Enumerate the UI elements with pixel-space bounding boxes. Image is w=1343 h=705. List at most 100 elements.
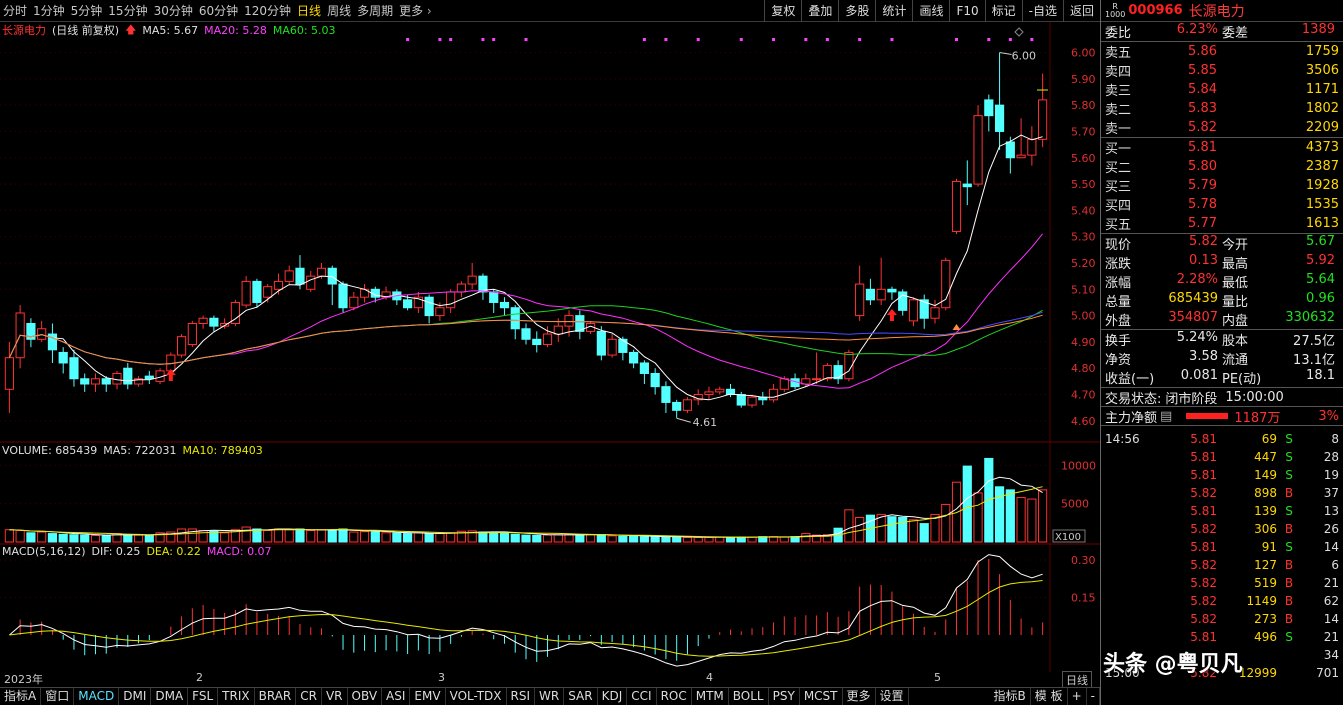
- volume-bar: [1027, 498, 1037, 543]
- volume-bar: [435, 533, 445, 543]
- stat-row: 净资 3.58 流通 13.1亿: [1105, 349, 1335, 368]
- candle: [510, 305, 520, 340]
- indicator-tab[interactable]: PSY: [769, 688, 800, 705]
- volume-bar: [446, 532, 456, 543]
- tab-timeframe[interactable]: 30分钟: [151, 2, 196, 19]
- indicator-tab[interactable]: 窗口: [41, 688, 75, 705]
- tab-timeframe[interactable]: 120分钟: [241, 2, 294, 19]
- volume-bar: [1005, 489, 1015, 543]
- candle: [607, 334, 617, 358]
- tool-button[interactable]: -自选: [1021, 0, 1063, 22]
- volume-bar: [994, 486, 1005, 543]
- tool-button[interactable]: 标记: [984, 0, 1022, 22]
- indicator-tab[interactable]: MACD: [74, 688, 120, 705]
- indicator-tab[interactable]: FSL: [188, 688, 219, 705]
- indicator-tab[interactable]: 更多: [843, 688, 876, 705]
- indicator-tab[interactable]: BOLL: [729, 688, 769, 705]
- tool-button[interactable]: F10: [949, 0, 984, 22]
- indicator-tab[interactable]: -: [1087, 688, 1100, 705]
- volume-bar: [984, 457, 994, 543]
- indicator-tab[interactable]: VR: [322, 688, 348, 705]
- candle: [392, 289, 402, 306]
- more-periods-menu[interactable]: 更多 ›: [396, 2, 435, 19]
- price-tick: 5.50: [1071, 178, 1096, 191]
- volume-bar: [4, 529, 14, 543]
- tab-timeframe[interactable]: 1分钟: [30, 2, 68, 19]
- candle: [241, 276, 251, 308]
- indicator-tab[interactable]: OBV: [348, 688, 383, 705]
- indicator-tab[interactable]: CCI: [627, 688, 657, 705]
- volume-tick: 5000: [1061, 498, 1089, 511]
- indicator-tab[interactable]: SAR: [564, 688, 598, 705]
- indicator-tab[interactable]: MTM: [692, 688, 729, 705]
- tool-button[interactable]: 叠加: [801, 0, 838, 22]
- indicator-tab[interactable]: MCST: [800, 688, 843, 705]
- volume-bar: [413, 532, 423, 543]
- indicator-tab[interactable]: +: [1068, 688, 1087, 705]
- volume-bar: [424, 533, 434, 543]
- price-tick: 5.70: [1071, 125, 1096, 138]
- candle: [919, 294, 929, 329]
- macd-value: MACD: 0.07: [206, 545, 272, 558]
- tab-timeframe[interactable]: 多周期: [354, 2, 396, 19]
- tool-button[interactable]: 多股: [838, 0, 875, 22]
- kline-chart[interactable]: 6.00 5.90 5.80 5.70 5.60 5.50 5.40 5.30 5.20 5.10…: [0, 22, 1100, 672]
- volume-bar: [661, 536, 671, 543]
- candle: [446, 289, 456, 313]
- signal-dot: [696, 38, 700, 41]
- tool-button[interactable]: 画线: [912, 0, 949, 22]
- candle: [80, 373, 90, 392]
- macd-legend: MACD(5,16,12) DIF: 0.25 DEA: 0.22 MACD: …: [2, 545, 272, 558]
- macd-dif: DIF: 0.25: [91, 545, 141, 558]
- indicator-tab[interactable]: ROC: [657, 688, 692, 705]
- tab-timeframe[interactable]: 5分钟: [68, 2, 106, 19]
- indicator-tab[interactable]: CR: [296, 688, 322, 705]
- tab-timeframe[interactable]: 15分钟: [105, 2, 150, 19]
- volume-bar: [15, 530, 25, 543]
- signal-dot: [438, 38, 442, 41]
- tab-timeframe[interactable]: 分时: [0, 2, 30, 19]
- volume-bar: [962, 465, 972, 543]
- candle: [951, 178, 962, 235]
- indicator-tab[interactable]: 设置: [876, 688, 909, 705]
- tool-button[interactable]: 返回: [1062, 0, 1100, 22]
- signal-dot: [481, 38, 485, 41]
- tab-timeframe[interactable]: 日线: [294, 2, 324, 19]
- indicator-tab[interactable]: TRIX: [218, 688, 255, 705]
- candle: [123, 362, 133, 390]
- candle: [1038, 73, 1048, 148]
- signal-dot: [890, 38, 894, 41]
- tab-timeframe[interactable]: 周线: [324, 2, 354, 19]
- price-tick: 4.70: [1071, 389, 1096, 402]
- volume-bar: [1038, 489, 1048, 543]
- tab-timeframe[interactable]: 60分钟: [196, 2, 241, 19]
- candle: [1016, 118, 1026, 159]
- signal-dot: [492, 38, 496, 41]
- tick-row: 5.81 149 S 19: [1190, 468, 1339, 482]
- volume-bar: [489, 531, 499, 543]
- indicator-tab[interactable]: RSI: [507, 688, 536, 705]
- indicator-tab[interactable]: DMA: [151, 688, 189, 705]
- candle: [327, 265, 337, 306]
- indicator-tab[interactable]: BRAR: [255, 688, 297, 705]
- indicator-tab[interactable]: 指标A: [0, 688, 42, 705]
- tick-row: 5.82 127 B 6: [1190, 558, 1339, 572]
- tick-list[interactable]: 14:56 5.81 69 S 8 5.81 447 S 28 5.81 149 S 19 5.82 898…: [1101, 425, 1343, 682]
- volume-bar: [510, 533, 520, 543]
- tool-button[interactable]: 统计: [875, 0, 912, 22]
- indicator-tab[interactable]: VOL-TDX: [446, 688, 507, 705]
- diamond-icon[interactable]: [1014, 27, 1024, 37]
- trading-status: 交易状态: 闭市阶段 15:00:00: [1101, 387, 1343, 407]
- indicator-tab[interactable]: WR: [535, 688, 565, 705]
- indicator-tab[interactable]: 模 板: [1031, 688, 1068, 705]
- indicator-tab[interactable]: EMV: [410, 688, 446, 705]
- book-row: 卖二 5.83 1802: [1105, 101, 1339, 118]
- candle: [672, 399, 682, 419]
- volume-bar: [629, 535, 639, 543]
- list-icon[interactable]: ▤: [1160, 409, 1172, 424]
- tool-button[interactable]: 复权: [764, 0, 801, 22]
- indicator-tab[interactable]: 指标B: [990, 688, 1031, 705]
- indicator-tab[interactable]: ASI: [382, 688, 411, 705]
- indicator-tab[interactable]: KDJ: [598, 688, 628, 705]
- indicator-tab[interactable]: DMI: [119, 688, 152, 705]
